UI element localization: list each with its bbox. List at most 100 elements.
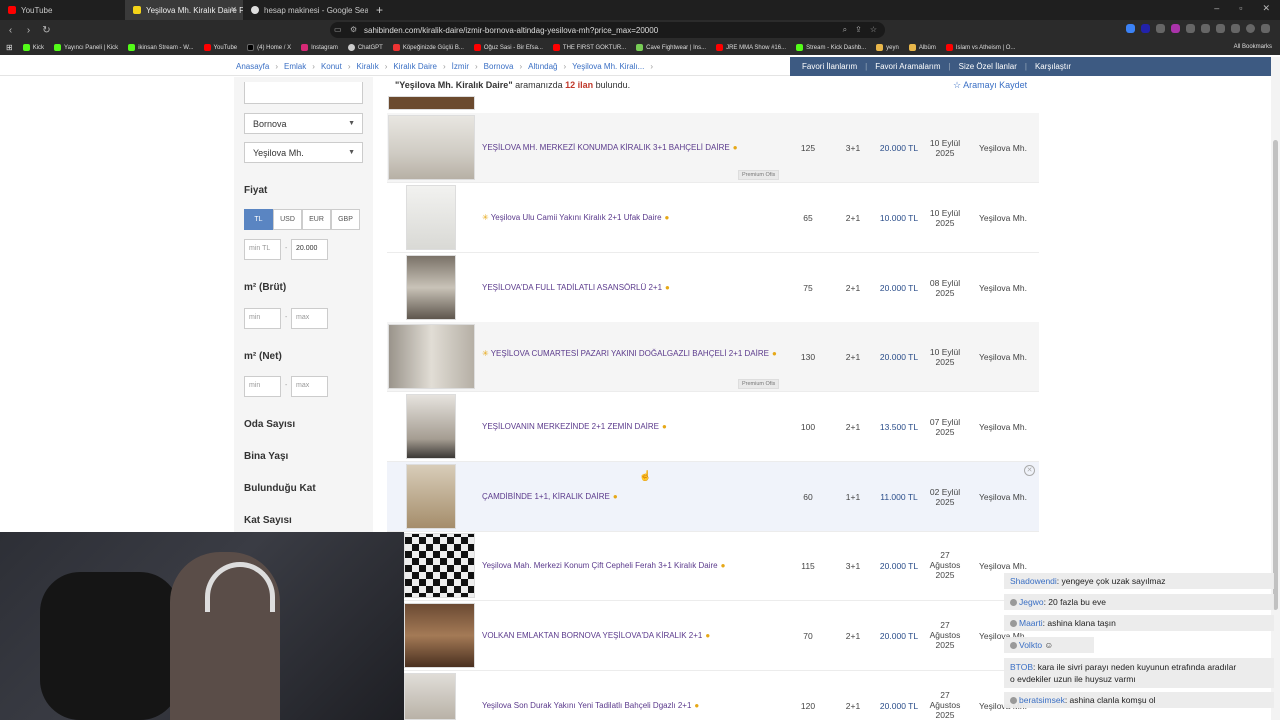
floor-count-filter[interactable]: Kat Sayısı — [244, 515, 292, 526]
bookmark-item[interactable]: YouTube — [203, 44, 237, 51]
rooms-filter[interactable]: Oda Sayısı — [244, 419, 295, 430]
m2-net-min-input[interactable]: min — [244, 376, 281, 397]
menu-icon[interactable] — [1261, 24, 1270, 33]
tab-google[interactable]: hesap makinesi - Google Search — [243, 0, 368, 20]
star-icon[interactable]: ☆ — [870, 25, 877, 35]
listing-thumbnail[interactable] — [388, 96, 475, 110]
bookmark-item[interactable]: Kick — [22, 44, 44, 51]
all-bookmarks[interactable]: All Bookmarks — [1234, 44, 1272, 50]
bookmark-item[interactable]: Yayıncı Paneli | Kick — [54, 44, 118, 51]
close-tab-icon[interactable]: ✕ — [230, 5, 237, 14]
breadcrumb-item[interactable]: İzmir — [452, 62, 469, 71]
bookmark-item[interactable]: Instagram — [301, 44, 338, 51]
m2-brut-max-input[interactable]: max — [291, 308, 328, 329]
currency-eur[interactable]: EUR — [302, 209, 331, 230]
bookmark-item[interactable]: THE FIRST GOKTUR... — [552, 44, 626, 51]
profile-icon[interactable] — [1246, 24, 1255, 33]
district-select[interactable]: Bornova ▼ — [244, 113, 363, 134]
compare-link[interactable]: Karşılaştır — [1035, 62, 1071, 71]
forward-icon[interactable]: › — [21, 25, 36, 36]
listing-title[interactable]: YEŞİLOVANIN MERKEZİNDE 2+1 ZEMİN DAİRE ● — [482, 422, 667, 431]
bookmark-item[interactable]: (4) Home / X — [247, 44, 291, 51]
floor-filter[interactable]: Bulunduğu Kat — [244, 483, 316, 494]
listing-m2: 75 — [803, 283, 813, 293]
zoom-icon[interactable]: ⌕ — [843, 25, 847, 35]
listing-thumbnail[interactable] — [404, 603, 475, 668]
share-icon[interactable]: ⇪ — [855, 25, 862, 35]
breadcrumb-item[interactable]: Altındağ — [528, 62, 557, 71]
bookmark-item[interactable]: yeyn — [876, 44, 899, 51]
minimize-icon[interactable]: – — [1214, 3, 1219, 14]
bookmark-item[interactable]: Stream - Kick Dashb... — [796, 44, 866, 51]
listing-thumbnail[interactable] — [406, 464, 456, 529]
currency-tl[interactable]: TL — [244, 209, 273, 230]
listing-title[interactable]: Yeşilova Mah. Merkezi Konum Çift Cepheli… — [482, 561, 725, 570]
breadcrumb-item[interactable]: Konut — [321, 62, 342, 71]
listing-title[interactable]: YEŞİLOVA'DA FULL TADİLATLI ASANSÖRLÜ 2+1… — [482, 283, 670, 292]
new-tab-icon[interactable]: + — [376, 3, 383, 17]
extension-icon[interactable] — [1156, 24, 1165, 33]
bookmark-item[interactable]: Oğuz Sasi - Bir Efsa... — [473, 44, 543, 51]
breadcrumb-item[interactable]: Anasayfa — [236, 62, 269, 71]
extension-icon[interactable] — [1141, 24, 1150, 33]
media-icon[interactable] — [1216, 24, 1225, 33]
listing-thumbnail[interactable] — [404, 673, 456, 720]
listing-title[interactable]: ✳ Yeşilova Ulu Camii Yakını Kiralık 2+1 U… — [482, 213, 669, 222]
favorite-listings-link[interactable]: Favori İlanlarım — [802, 62, 857, 71]
listing-thumbnail[interactable] — [406, 394, 456, 459]
listing-thumbnail[interactable] — [406, 185, 456, 250]
extension-icon[interactable] — [1126, 24, 1135, 33]
bookmark-item[interactable]: Islam vs Atheism | O... — [945, 44, 1015, 51]
breadcrumb: Anasayfa › Emlak › Konut › Kiralık › Kiralık… — [236, 62, 653, 71]
extension-icon[interactable] — [1171, 24, 1180, 33]
bookmark-item[interactable]: Cave Fightwear | Ins... — [636, 44, 706, 51]
favorite-searches-link[interactable]: Favori Aramalarım — [875, 62, 940, 71]
breadcrumb-item[interactable]: Yeşilova Mh. Kiralı... — [572, 62, 644, 71]
listing-thumbnail[interactable] — [388, 115, 475, 180]
close-window-icon[interactable]: ✕ — [1262, 3, 1270, 14]
listing-thumbnail[interactable] — [406, 255, 456, 320]
bookmark-item[interactable]: Albüm — [908, 44, 936, 51]
bookmark-item[interactable]: Köpeğinizde Güçlü B... — [392, 44, 464, 51]
price-max-input[interactable]: 20.000 — [291, 239, 328, 260]
bookmark-item[interactable]: ChatGPT — [347, 44, 383, 51]
neighborhood-select[interactable]: Yeşilova Mh. ▼ — [244, 142, 363, 163]
listing-thumbnail[interactable] — [388, 324, 475, 389]
tab-youtube[interactable]: YouTube — [0, 0, 125, 20]
listing-title[interactable]: Yeşilova Son Durak Yakını Yeni Tadilatlı… — [482, 701, 699, 710]
listing-title[interactable]: ÇAMDİBİNDE 1+1, KİRALIK DAİRE ● — [482, 492, 618, 501]
breadcrumb-item[interactable]: Emlak — [284, 62, 306, 71]
back-icon[interactable]: ‹ — [3, 25, 18, 36]
m2-brut-min-input[interactable]: min — [244, 308, 281, 329]
listing-title[interactable]: ✳ YEŞİLOVA CUMARTESİ PAZARI YAKINI DOĞALG… — [482, 348, 784, 359]
breadcrumb-item[interactable]: Kiralık Daire — [393, 62, 437, 71]
reload-icon[interactable]: ↻ — [39, 25, 54, 36]
breadcrumb-item[interactable]: Bornova — [484, 62, 514, 71]
previous-filter-select[interactable] — [244, 82, 363, 104]
currency-gbp[interactable]: GBP — [331, 209, 360, 230]
special-listings-link[interactable]: Size Özel İlanlar — [959, 62, 1017, 71]
tab-sahibinden[interactable]: Yeşilova Mh. Kiralık Daire Fiyatla✕ — [125, 0, 243, 20]
listing-title[interactable]: YEŞİLOVA MH. MERKEZİ KONUMDA KİRALIK 3+1… — [482, 143, 738, 152]
listing-title[interactable]: VOLKAN EMLAKTAN BORNOVA YEŞİLOVA'DA KİRA… — [482, 631, 710, 640]
building-age-filter[interactable]: Bina Yaşı — [244, 451, 288, 462]
apps-icon[interactable]: ⊞ — [6, 43, 13, 52]
maximize-icon[interactable]: ▫ — [1239, 3, 1242, 14]
listing-thumbnail[interactable] — [404, 533, 475, 598]
m2-net-max-input[interactable]: max — [291, 376, 328, 397]
listing-m2: 130 — [800, 352, 816, 362]
breadcrumb-item[interactable]: Kiralık — [357, 62, 379, 71]
address-bar[interactable]: ▭ ⚙ sahibinden.com/kiralik-daire/izmir-b… — [330, 22, 885, 38]
bookmark-item[interactable]: ikinsan Stream - W... — [128, 44, 194, 51]
bookmark-icon[interactable]: ▭ — [334, 25, 342, 34]
save-search-button[interactable]: ☆ Aramayı Kaydet — [953, 80, 1027, 91]
currency-usd[interactable]: USD — [273, 209, 302, 230]
site-info-icon[interactable]: ⚙ — [350, 25, 357, 34]
bookmark-item[interactable]: JRE MMA Show #16... — [716, 44, 786, 51]
price-min-input[interactable]: min TL — [244, 239, 281, 260]
sidebar-icon[interactable] — [1231, 24, 1240, 33]
scrollbar-thumb[interactable] — [1273, 140, 1278, 610]
extension-icon[interactable] — [1186, 24, 1195, 33]
close-icon[interactable]: ✕ — [1024, 465, 1035, 476]
extension-icon[interactable] — [1201, 24, 1210, 33]
